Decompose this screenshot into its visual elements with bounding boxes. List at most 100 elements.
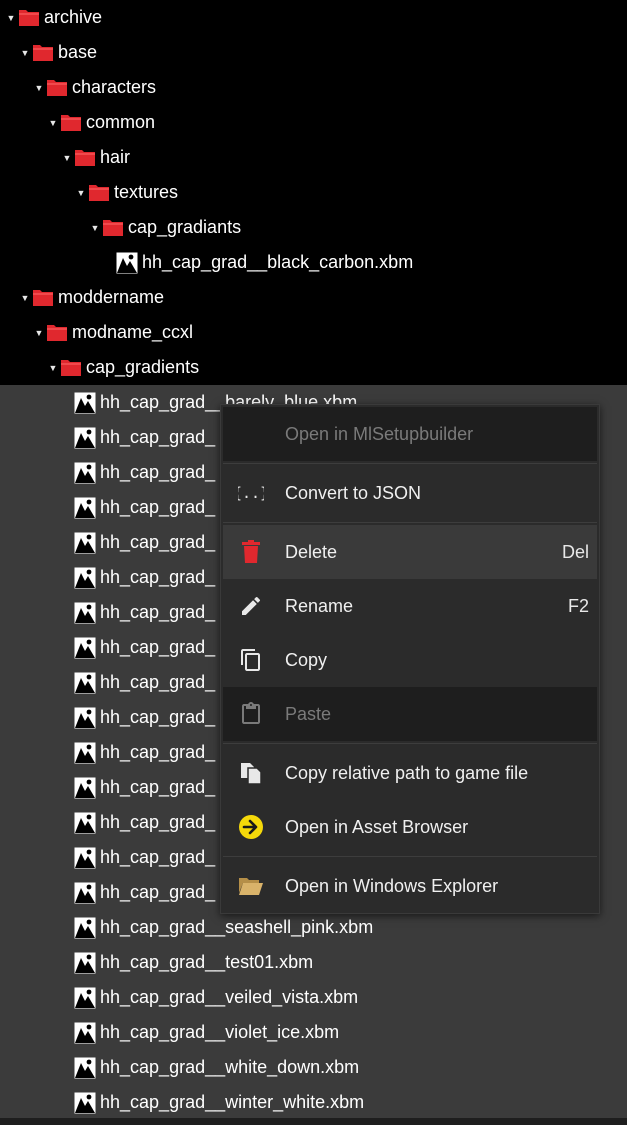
- folder-icon: [46, 324, 68, 342]
- copy-icon: [237, 646, 265, 674]
- image-file-icon: [74, 427, 96, 449]
- menu-item-label: Open in Windows Explorer: [285, 875, 499, 896]
- image-file-icon: [74, 567, 96, 589]
- tree-file-row[interactable]: hh_cap_grad__veiled_vista.xbm: [0, 980, 627, 1015]
- tree-folder-label: hair: [100, 147, 131, 167]
- tree-folder-row[interactable]: ▼ textures: [0, 175, 627, 210]
- shortcut-key: Del: [561, 541, 589, 562]
- menu-item-label: Open in MlSetupbuilder: [285, 423, 474, 444]
- folder-icon: [74, 149, 96, 167]
- tree-folder-label: common: [86, 112, 156, 132]
- tree-file-row[interactable]: hh_cap_grad__white_down.xbm: [0, 1050, 627, 1085]
- image-file-icon: [74, 917, 96, 939]
- image-file-icon: [74, 392, 96, 414]
- image-file-icon: [74, 812, 96, 834]
- pencil-icon: [237, 592, 265, 620]
- tree-folder-row[interactable]: ▼ hair: [0, 140, 627, 175]
- menu-item-convert-to-json[interactable]: {..} Convert to JSON: [223, 466, 597, 520]
- folder-icon: [32, 289, 54, 307]
- tree-folder-row[interactable]: ▼ cap_gradients: [0, 350, 627, 385]
- chevron-down-icon[interactable]: ▼: [32, 70, 46, 105]
- chevron-down-icon[interactable]: ▼: [46, 105, 60, 140]
- open-folder-icon: [237, 872, 265, 900]
- menu-item-copy[interactable]: Copy: [223, 633, 597, 687]
- menu-separator: [223, 463, 597, 464]
- menu-item-label: Copy: [285, 649, 328, 670]
- tree-file-row[interactable]: hh_cap_grad__winter_white.xbm: [0, 1085, 627, 1120]
- image-file-icon: [74, 1092, 96, 1114]
- folder-icon: [32, 44, 54, 62]
- tree-folder-label: cap_gradiants: [128, 217, 242, 237]
- chevron-down-icon[interactable]: ▼: [32, 315, 46, 350]
- menu-item-rename[interactable]: Rename F2: [223, 579, 597, 633]
- tree-file-label: hh_cap_grad__veiled_vista.xbm: [100, 987, 359, 1007]
- menu-item-open-in-asset-browser[interactable]: Open in Asset Browser: [223, 800, 597, 854]
- arrow-circle-right-icon: [237, 813, 265, 841]
- shortcut-key: F2: [567, 595, 589, 616]
- tree-file-label: hh_cap_grad_: [100, 707, 216, 727]
- image-file-icon: [74, 742, 96, 764]
- folder-icon: [46, 79, 68, 97]
- tree-file-label: hh_cap_grad_: [100, 427, 216, 447]
- image-file-icon: [74, 532, 96, 554]
- menu-item-open-in-windows-explorer[interactable]: Open in Windows Explorer: [223, 859, 597, 913]
- image-file-icon: [74, 1022, 96, 1044]
- tree-file-label: hh_cap_grad_: [100, 532, 216, 552]
- menu-item-label: Paste: [285, 703, 332, 724]
- tree-file-row[interactable]: hh_cap_grad__seashell_pink.xbm: [0, 910, 627, 945]
- image-file-icon: [74, 952, 96, 974]
- folder-icon: [18, 9, 40, 27]
- tree-file-row[interactable]: hh_cap_grad__violet_ice.xbm: [0, 1015, 627, 1050]
- image-file-icon: [74, 707, 96, 729]
- menu-item-label: Open in Asset Browser: [285, 816, 469, 837]
- tree-file-label: hh_cap_grad_: [100, 847, 216, 867]
- tree-folder-row[interactable]: ▼ cap_gradiants: [0, 210, 627, 245]
- tree-folder-row[interactable]: ▼ moddername: [0, 280, 627, 315]
- tree-file-label: hh_cap_grad_: [100, 567, 216, 587]
- tree-folder-label: cap_gradients: [86, 357, 200, 377]
- menu-item-open-in-mlsetupbuilder[interactable]: Open in MlSetupbuilder: [223, 407, 597, 461]
- tree-folder-label: characters: [72, 77, 157, 97]
- image-file-icon: [74, 602, 96, 624]
- image-file-icon: [74, 672, 96, 694]
- tree-folder-row[interactable]: ▼ modname_ccxl: [0, 315, 627, 350]
- trash-icon: [237, 538, 265, 566]
- tree-file-row[interactable]: hh_cap_grad__black_carbon.xbm: [0, 245, 627, 280]
- image-file-icon: [74, 462, 96, 484]
- image-file-icon: [74, 637, 96, 659]
- menu-item-label: Rename: [285, 595, 354, 616]
- menu-item-copy-relative-path[interactable]: Copy relative path to game file: [223, 746, 597, 800]
- tree-file-label: hh_cap_grad_: [100, 672, 216, 692]
- tree-folder-row[interactable]: ▼ common: [0, 105, 627, 140]
- menu-item-delete[interactable]: Delete Del: [223, 525, 597, 579]
- context-menu: Open in MlSetupbuilder {..} Convert to J…: [220, 404, 600, 914]
- tree-file-label: hh_cap_grad__test01.xbm: [100, 952, 314, 972]
- tree-file-label: hh_cap_grad__seashell_pink.xbm: [100, 917, 374, 937]
- chevron-down-icon[interactable]: ▼: [4, 0, 18, 35]
- chevron-down-icon[interactable]: ▼: [88, 210, 102, 245]
- tree-file-label: hh_cap_grad__winter_white.xbm: [100, 1092, 365, 1112]
- folder-icon: [60, 359, 82, 377]
- chevron-down-icon[interactable]: ▼: [60, 140, 74, 175]
- menu-item-label: Delete: [285, 541, 338, 562]
- chevron-down-icon[interactable]: ▼: [74, 175, 88, 210]
- chevron-down-icon[interactable]: ▼: [46, 350, 60, 385]
- menu-separator: [223, 743, 597, 744]
- chevron-down-icon[interactable]: ▼: [18, 35, 32, 70]
- bottom-scroll-bar[interactable]: [0, 1118, 627, 1125]
- tree-folder-row[interactable]: ▼ characters: [0, 70, 627, 105]
- tree-file-label: hh_cap_grad_: [100, 742, 216, 762]
- tree-folder-label: textures: [114, 182, 179, 202]
- tree-file-label: hh_cap_grad_: [100, 497, 216, 517]
- image-file-icon: [74, 882, 96, 904]
- menu-item-paste[interactable]: Paste: [223, 687, 597, 741]
- tree-file-label: hh_cap_grad_: [100, 882, 216, 902]
- image-file-icon: [74, 987, 96, 1009]
- chevron-down-icon[interactable]: ▼: [18, 280, 32, 315]
- tree-file-label: hh_cap_grad__white_down.xbm: [100, 1057, 360, 1077]
- tree-file-label: hh_cap_grad__violet_ice.xbm: [100, 1022, 340, 1042]
- tree-folder-row[interactable]: ▼ archive: [0, 0, 627, 35]
- tree-file-row[interactable]: hh_cap_grad__test01.xbm: [0, 945, 627, 980]
- tree-folder-row[interactable]: ▼ base: [0, 35, 627, 70]
- image-file-icon: [74, 847, 96, 869]
